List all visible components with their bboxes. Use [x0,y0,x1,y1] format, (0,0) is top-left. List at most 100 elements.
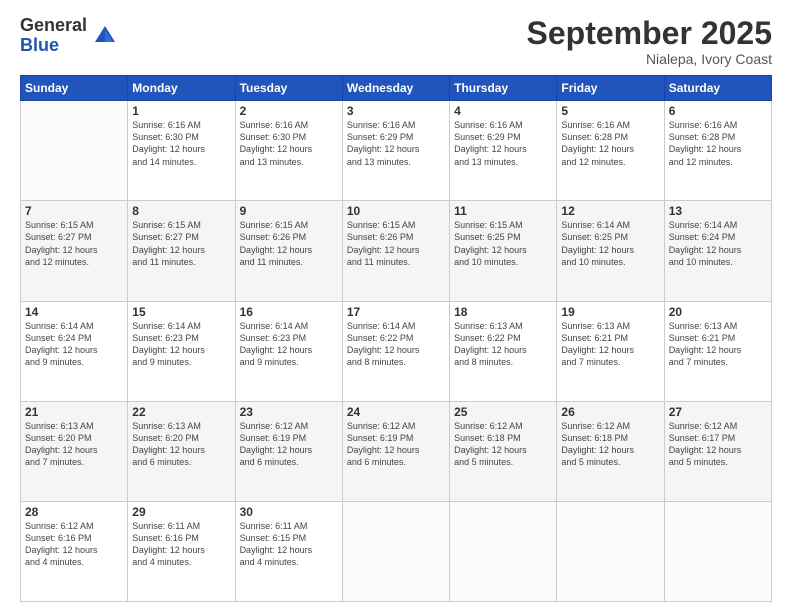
day-number: 8 [132,204,230,218]
day-number: 29 [132,505,230,519]
day-number: 10 [347,204,445,218]
table-row: 17Sunrise: 6:14 AM Sunset: 6:22 PM Dayli… [342,301,449,401]
day-info: Sunrise: 6:12 AM Sunset: 6:19 PM Dayligh… [240,420,338,469]
table-row: 29Sunrise: 6:11 AM Sunset: 6:16 PM Dayli… [128,501,235,601]
table-row: 8Sunrise: 6:15 AM Sunset: 6:27 PM Daylig… [128,201,235,301]
day-info: Sunrise: 6:13 AM Sunset: 6:22 PM Dayligh… [454,320,552,369]
day-number: 11 [454,204,552,218]
day-info: Sunrise: 6:14 AM Sunset: 6:22 PM Dayligh… [347,320,445,369]
table-row: 4Sunrise: 6:16 AM Sunset: 6:29 PM Daylig… [450,101,557,201]
table-row: 30Sunrise: 6:11 AM Sunset: 6:15 PM Dayli… [235,501,342,601]
header-tuesday: Tuesday [235,76,342,101]
table-row: 9Sunrise: 6:15 AM Sunset: 6:26 PM Daylig… [235,201,342,301]
table-row: 18Sunrise: 6:13 AM Sunset: 6:22 PM Dayli… [450,301,557,401]
header-monday: Monday [128,76,235,101]
day-number: 4 [454,104,552,118]
table-row [342,501,449,601]
table-row: 21Sunrise: 6:13 AM Sunset: 6:20 PM Dayli… [21,401,128,501]
day-number: 27 [669,405,767,419]
table-row [450,501,557,601]
day-number: 3 [347,104,445,118]
day-info: Sunrise: 6:12 AM Sunset: 6:18 PM Dayligh… [454,420,552,469]
day-number: 5 [561,104,659,118]
table-row: 19Sunrise: 6:13 AM Sunset: 6:21 PM Dayli… [557,301,664,401]
day-info: Sunrise: 6:14 AM Sunset: 6:23 PM Dayligh… [240,320,338,369]
day-info: Sunrise: 6:15 AM Sunset: 6:27 PM Dayligh… [132,219,230,268]
day-info: Sunrise: 6:14 AM Sunset: 6:23 PM Dayligh… [132,320,230,369]
header-saturday: Saturday [664,76,771,101]
day-info: Sunrise: 6:13 AM Sunset: 6:21 PM Dayligh… [669,320,767,369]
table-row: 5Sunrise: 6:16 AM Sunset: 6:28 PM Daylig… [557,101,664,201]
header: General Blue September 2025 Nialepa, Ivo… [20,16,772,67]
day-info: Sunrise: 6:14 AM Sunset: 6:25 PM Dayligh… [561,219,659,268]
day-info: Sunrise: 6:13 AM Sunset: 6:20 PM Dayligh… [132,420,230,469]
day-number: 13 [669,204,767,218]
day-info: Sunrise: 6:12 AM Sunset: 6:17 PM Dayligh… [669,420,767,469]
day-number: 28 [25,505,123,519]
day-info: Sunrise: 6:11 AM Sunset: 6:15 PM Dayligh… [240,520,338,569]
header-friday: Friday [557,76,664,101]
calendar-week-row: 28Sunrise: 6:12 AM Sunset: 6:16 PM Dayli… [21,501,772,601]
logo-blue: Blue [20,36,87,56]
logo-icon [91,22,119,50]
day-number: 22 [132,405,230,419]
day-info: Sunrise: 6:16 AM Sunset: 6:29 PM Dayligh… [347,119,445,168]
table-row: 10Sunrise: 6:15 AM Sunset: 6:26 PM Dayli… [342,201,449,301]
day-number: 12 [561,204,659,218]
table-row: 27Sunrise: 6:12 AM Sunset: 6:17 PM Dayli… [664,401,771,501]
table-row: 1Sunrise: 6:16 AM Sunset: 6:30 PM Daylig… [128,101,235,201]
calendar-week-row: 21Sunrise: 6:13 AM Sunset: 6:20 PM Dayli… [21,401,772,501]
table-row: 15Sunrise: 6:14 AM Sunset: 6:23 PM Dayli… [128,301,235,401]
header-wednesday: Wednesday [342,76,449,101]
logo-general: General [20,16,87,36]
calendar-week-row: 14Sunrise: 6:14 AM Sunset: 6:24 PM Dayli… [21,301,772,401]
day-number: 2 [240,104,338,118]
month-title: September 2025 [527,16,772,51]
calendar-week-row: 7Sunrise: 6:15 AM Sunset: 6:27 PM Daylig… [21,201,772,301]
day-number: 20 [669,305,767,319]
day-number: 25 [454,405,552,419]
day-number: 24 [347,405,445,419]
calendar-week-row: 1Sunrise: 6:16 AM Sunset: 6:30 PM Daylig… [21,101,772,201]
calendar-table: Sunday Monday Tuesday Wednesday Thursday… [20,75,772,602]
day-number: 18 [454,305,552,319]
table-row: 2Sunrise: 6:16 AM Sunset: 6:30 PM Daylig… [235,101,342,201]
day-info: Sunrise: 6:11 AM Sunset: 6:16 PM Dayligh… [132,520,230,569]
day-info: Sunrise: 6:16 AM Sunset: 6:30 PM Dayligh… [240,119,338,168]
day-number: 21 [25,405,123,419]
day-info: Sunrise: 6:15 AM Sunset: 6:25 PM Dayligh… [454,219,552,268]
table-row: 7Sunrise: 6:15 AM Sunset: 6:27 PM Daylig… [21,201,128,301]
day-number: 15 [132,305,230,319]
day-info: Sunrise: 6:15 AM Sunset: 6:27 PM Dayligh… [25,219,123,268]
day-info: Sunrise: 6:16 AM Sunset: 6:30 PM Dayligh… [132,119,230,168]
table-row: 24Sunrise: 6:12 AM Sunset: 6:19 PM Dayli… [342,401,449,501]
day-info: Sunrise: 6:16 AM Sunset: 6:28 PM Dayligh… [669,119,767,168]
table-row: 12Sunrise: 6:14 AM Sunset: 6:25 PM Dayli… [557,201,664,301]
day-info: Sunrise: 6:13 AM Sunset: 6:21 PM Dayligh… [561,320,659,369]
day-number: 9 [240,204,338,218]
day-info: Sunrise: 6:13 AM Sunset: 6:20 PM Dayligh… [25,420,123,469]
table-row [664,501,771,601]
day-info: Sunrise: 6:12 AM Sunset: 6:19 PM Dayligh… [347,420,445,469]
day-number: 7 [25,204,123,218]
header-sunday: Sunday [21,76,128,101]
day-info: Sunrise: 6:15 AM Sunset: 6:26 PM Dayligh… [347,219,445,268]
day-info: Sunrise: 6:16 AM Sunset: 6:28 PM Dayligh… [561,119,659,168]
logo-text: General Blue [20,16,87,56]
table-row: 16Sunrise: 6:14 AM Sunset: 6:23 PM Dayli… [235,301,342,401]
day-number: 1 [132,104,230,118]
day-number: 30 [240,505,338,519]
page: General Blue September 2025 Nialepa, Ivo… [0,0,792,612]
table-row: 6Sunrise: 6:16 AM Sunset: 6:28 PM Daylig… [664,101,771,201]
table-row: 22Sunrise: 6:13 AM Sunset: 6:20 PM Dayli… [128,401,235,501]
day-info: Sunrise: 6:12 AM Sunset: 6:16 PM Dayligh… [25,520,123,569]
table-row [557,501,664,601]
table-row [21,101,128,201]
day-number: 6 [669,104,767,118]
day-info: Sunrise: 6:14 AM Sunset: 6:24 PM Dayligh… [25,320,123,369]
location: Nialepa, Ivory Coast [527,51,772,67]
table-row: 3Sunrise: 6:16 AM Sunset: 6:29 PM Daylig… [342,101,449,201]
day-number: 17 [347,305,445,319]
table-row: 26Sunrise: 6:12 AM Sunset: 6:18 PM Dayli… [557,401,664,501]
table-row: 23Sunrise: 6:12 AM Sunset: 6:19 PM Dayli… [235,401,342,501]
